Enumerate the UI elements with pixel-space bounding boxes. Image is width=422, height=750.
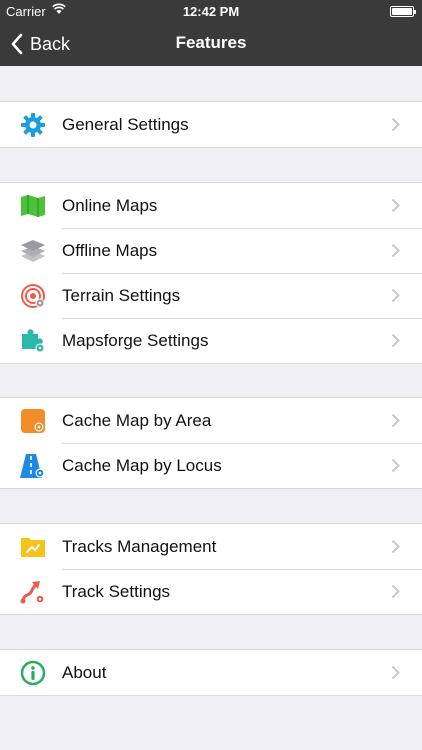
settings-group-tracks: Tracks Management Track Settings xyxy=(0,523,422,615)
status-bar: Carrier 12:42 PM xyxy=(0,0,422,22)
folder-icon xyxy=(20,534,46,560)
chevron-right-icon xyxy=(391,198,400,213)
list-item-label: General Settings xyxy=(62,115,189,134)
status-time: 12:42 PM xyxy=(182,4,240,19)
settings-group-about: About xyxy=(0,649,422,696)
chevron-right-icon xyxy=(391,288,400,303)
navigation-bar: Back Features xyxy=(0,22,422,66)
list-item-label: Cache Map by Area xyxy=(62,411,212,430)
list-item-label: Track Settings xyxy=(62,582,171,601)
chevron-right-icon xyxy=(391,413,400,428)
settings-group-general: General Settings xyxy=(0,101,422,148)
settings-group-maps: Online Maps Offline Maps Terrain Setting… xyxy=(0,182,422,364)
layers-icon xyxy=(20,238,46,264)
cache-locus-icon xyxy=(20,453,46,479)
list-item-cache-map-by-locus[interactable]: Cache Map by Locus xyxy=(0,443,422,488)
chevron-right-icon xyxy=(391,665,400,680)
list-item-label: Online Maps xyxy=(62,196,158,215)
list-item-terrain-settings[interactable]: Terrain Settings xyxy=(0,273,422,318)
map-icon xyxy=(20,193,46,219)
chevron-right-icon xyxy=(391,584,400,599)
settings-group-cache: Cache Map by Area Cache Map by Locus xyxy=(0,397,422,489)
list-item-label: Mapsforge Settings xyxy=(62,331,209,350)
info-icon xyxy=(20,660,46,686)
list-item-label: About xyxy=(62,663,107,682)
chevron-right-icon xyxy=(391,333,400,348)
list-item-label: Offline Maps xyxy=(62,241,158,260)
puzzle-icon xyxy=(20,328,46,354)
list-item-online-maps[interactable]: Online Maps xyxy=(0,183,422,228)
list-item-about[interactable]: About xyxy=(0,650,422,695)
chevron-right-icon xyxy=(391,458,400,473)
list-item-general-settings[interactable]: General Settings xyxy=(0,102,422,147)
list-item-label: Cache Map by Locus xyxy=(62,456,222,475)
list-item-mapsforge-settings[interactable]: Mapsforge Settings xyxy=(0,318,422,363)
list-item-label: Terrain Settings xyxy=(62,286,181,305)
chevron-right-icon xyxy=(391,539,400,554)
cache-area-icon xyxy=(20,408,46,434)
list-item-label: Tracks Management xyxy=(62,537,217,556)
gear-icon xyxy=(20,112,46,138)
target-icon xyxy=(20,283,46,309)
track-icon xyxy=(20,579,46,605)
list-item-offline-maps[interactable]: Offline Maps xyxy=(0,228,422,273)
top-bar: Carrier 12:42 PM Back Features xyxy=(0,0,422,66)
page-title: Features xyxy=(175,33,247,52)
chevron-right-icon xyxy=(391,117,400,132)
list-item-tracks-management[interactable]: Tracks Management xyxy=(0,524,422,569)
list-item-track-settings[interactable]: Track Settings xyxy=(0,569,422,614)
battery-icon xyxy=(390,6,416,17)
chevron-right-icon xyxy=(391,243,400,258)
list-item-cache-map-by-area[interactable]: Cache Map by Area xyxy=(0,398,422,443)
